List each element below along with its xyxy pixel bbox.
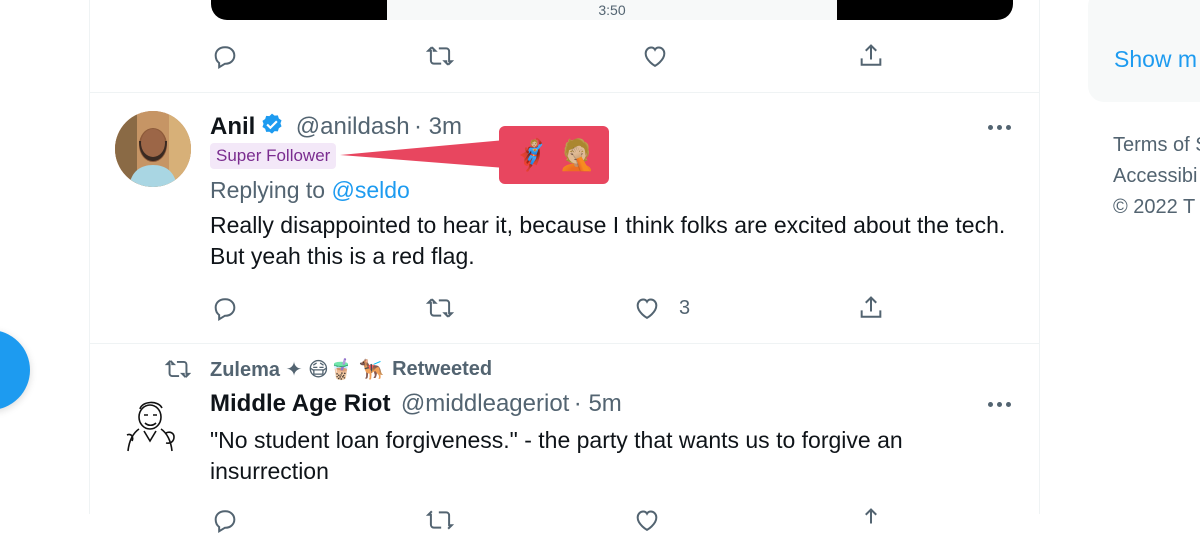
- retweet-icon: [426, 298, 454, 318]
- share-button[interactable]: [857, 294, 885, 322]
- callout-emoji: 🦸🏼 🤦🏼: [512, 138, 596, 172]
- retweet-context: Zulema ✦ 😷🧋 🐕‍🦺 Retweeted: [165, 356, 492, 382]
- reply-icon: [214, 46, 236, 69]
- reply-icon: [214, 510, 236, 533]
- display-name[interactable]: Anil: [210, 113, 255, 140]
- retweet-button[interactable]: [426, 42, 454, 70]
- retweet-button[interactable]: [426, 294, 454, 322]
- reply-button[interactable]: [211, 506, 239, 534]
- reply-mention-link[interactable]: @seldo: [331, 177, 409, 203]
- retweet-icon: [165, 360, 191, 378]
- more-icon: [988, 125, 993, 130]
- verified-icon: [262, 113, 282, 134]
- retweet-icon: [426, 510, 454, 530]
- reply-button[interactable]: [211, 294, 239, 322]
- user-handle[interactable]: @middleageriot: [401, 390, 569, 417]
- more-icon: [988, 402, 993, 407]
- share-button[interactable]: [857, 42, 885, 70]
- tweet-text: "No student loan forgiveness." - the par…: [210, 427, 903, 484]
- like-button[interactable]: 3: [633, 294, 690, 322]
- timeline-border-left: [89, 0, 90, 514]
- tweet-text: Really disappointed to hear it, because …: [210, 212, 1006, 269]
- video-duration: 3:50: [598, 2, 626, 18]
- super-follower-badge: Super Follower: [210, 143, 337, 169]
- retweeted-by-name[interactable]: Zulema ✦ 😷🧋 🐕‍🦺: [210, 357, 384, 382]
- like-icon: [644, 46, 666, 68]
- footer-links: Terms of S Accessibi © 2022 T: [1113, 130, 1200, 223]
- show-more-link[interactable]: Show m: [1114, 46, 1197, 73]
- retweeted-label: Retweeted: [392, 357, 493, 380]
- share-button[interactable]: [857, 506, 885, 534]
- share-icon: [860, 44, 882, 66]
- display-name[interactable]: Middle Age Riot: [210, 390, 390, 417]
- like-count: 3: [679, 296, 691, 319]
- tweet-timestamp[interactable]: · 3m: [414, 113, 462, 140]
- compose-tweet-button[interactable]: [0, 330, 30, 410]
- retweet-icon: [426, 46, 454, 66]
- tweet-divider: [90, 92, 1039, 93]
- footer-link-accessibility[interactable]: Accessibi: [1113, 161, 1200, 192]
- footer-copyright: © 2022 T: [1113, 196, 1196, 218]
- user-handle[interactable]: @anildash: [296, 113, 410, 140]
- like-button[interactable]: [633, 506, 661, 534]
- replying-prefix: Replying to: [210, 177, 332, 203]
- avatar[interactable]: [122, 395, 184, 457]
- tweet-divider: [90, 343, 1039, 344]
- more-options-button[interactable]: [988, 125, 1011, 130]
- tweet-header: Anil @anildash · 3m: [210, 112, 462, 141]
- tweet-timestamp[interactable]: · 5m: [574, 390, 622, 417]
- like-icon: [636, 298, 658, 320]
- like-button[interactable]: [641, 42, 669, 70]
- retweet-button[interactable]: [426, 506, 454, 534]
- callout-pointer: [340, 140, 505, 168]
- more-options-button[interactable]: [988, 402, 1011, 407]
- footer-link-terms[interactable]: Terms of S: [1113, 130, 1200, 161]
- like-icon: [636, 510, 658, 532]
- replying-to: Replying to @seldo: [210, 177, 410, 204]
- timeline-border-right: [1039, 0, 1040, 514]
- video-thumbnail: 3:50: [387, 0, 837, 20]
- avatar[interactable]: [115, 111, 191, 187]
- share-icon: [865, 508, 877, 524]
- video-player[interactable]: 3:50: [211, 0, 1013, 20]
- reply-icon: [214, 298, 236, 321]
- share-icon: [860, 296, 882, 318]
- reply-button[interactable]: [211, 42, 239, 70]
- emoji-callout: 🦸🏼 🤦🏼: [499, 126, 609, 184]
- tweet-header: Middle Age Riot @middleageriot · 5m: [210, 390, 622, 418]
